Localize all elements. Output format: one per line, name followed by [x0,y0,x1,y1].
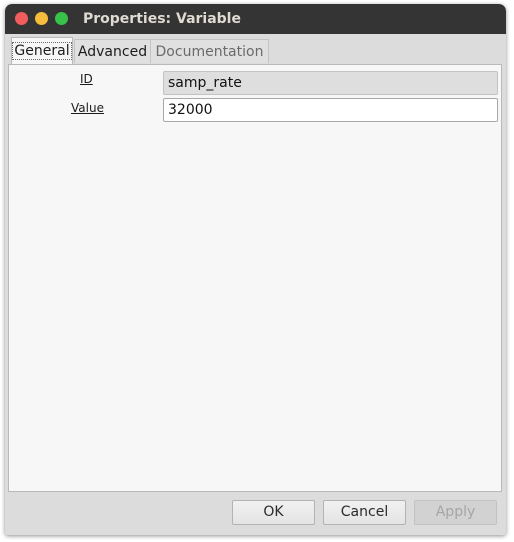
general-panel: ID samp_rate Value 32000 [8,64,502,492]
id-field[interactable]: samp_rate [163,71,498,95]
title-bar[interactable]: Properties: Variable [5,4,506,34]
cancel-button[interactable]: Cancel [323,500,406,525]
ok-button[interactable]: OK [232,500,315,525]
tab-general[interactable]: General [11,37,73,64]
properties-dialog: Properties: Variable General Advanced Do… [5,4,506,535]
minimize-icon[interactable] [35,12,48,25]
tab-documentation[interactable]: Documentation [150,39,269,63]
id-label: ID [80,72,93,86]
value-label: Value [71,101,104,115]
tab-general-label: General [12,42,72,60]
value-field[interactable]: 32000 [163,98,498,122]
close-icon[interactable] [15,12,28,25]
maximize-icon[interactable] [55,12,68,25]
window-title: Properties: Variable [83,11,241,27]
tab-advanced[interactable]: Advanced [74,39,151,63]
apply-button[interactable]: Apply [414,500,497,525]
